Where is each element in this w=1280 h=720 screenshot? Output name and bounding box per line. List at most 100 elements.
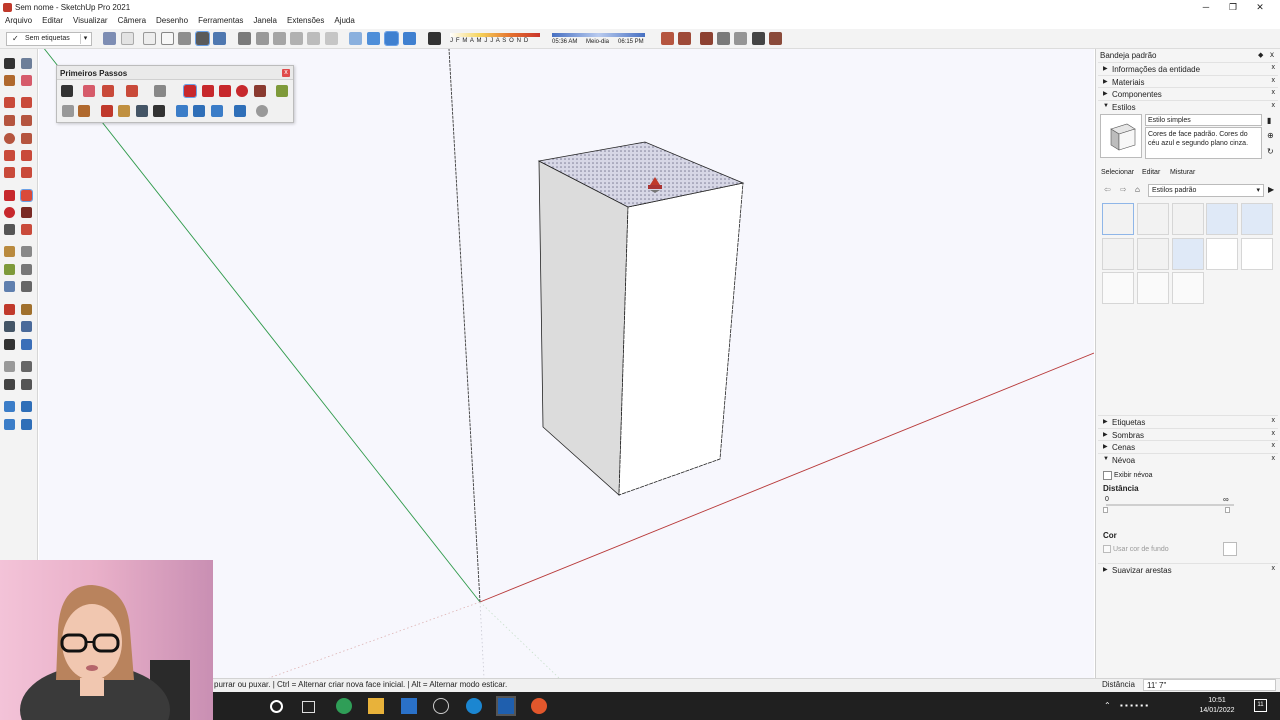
zoom-window-icon[interactable] xyxy=(21,321,32,332)
style-thumbnail[interactable] xyxy=(1172,272,1204,304)
menu-editar[interactable]: Editar xyxy=(37,15,68,29)
pan-icon[interactable] xyxy=(118,105,130,117)
wireframe-style-icon[interactable] xyxy=(143,32,156,45)
style-thumbnail[interactable] xyxy=(1172,203,1204,235)
menu-visualizar[interactable]: Visualizar xyxy=(68,15,113,29)
rotated-rectangle-icon[interactable] xyxy=(21,115,32,126)
style-thumbnail[interactable] xyxy=(1241,203,1273,235)
move-icon[interactable] xyxy=(219,85,231,97)
3d-text-icon[interactable] xyxy=(21,281,32,292)
menu-extensoes[interactable]: Extensões xyxy=(282,15,329,29)
first-steps-close-button[interactable]: x xyxy=(282,69,290,77)
position-camera-icon[interactable] xyxy=(4,361,15,372)
look-around-icon[interactable] xyxy=(21,361,32,372)
close-section-icon[interactable]: x xyxy=(1272,89,1276,96)
xray-style-icon[interactable] xyxy=(103,32,116,45)
select-tool-icon[interactable] xyxy=(4,58,15,69)
tab-select[interactable]: Selecionar xyxy=(1101,169,1134,176)
paint-icon[interactable] xyxy=(78,105,90,117)
add-detail-icon[interactable] xyxy=(752,32,765,45)
section-scenes[interactable]: ▶ Cenas x xyxy=(1098,440,1278,452)
section-shadows[interactable]: ▶ Sombras x xyxy=(1098,428,1278,440)
back-edges-style-icon[interactable] xyxy=(121,32,134,45)
smoove-icon[interactable] xyxy=(700,32,713,45)
flip-edge-icon[interactable] xyxy=(769,32,782,45)
walk-tool-icon[interactable] xyxy=(4,379,15,390)
show-fog-checkbox[interactable] xyxy=(1103,471,1112,480)
close-section-icon[interactable]: x xyxy=(1272,417,1276,424)
chrome-icon[interactable] xyxy=(336,698,352,714)
fog-color-swatch[interactable] xyxy=(1223,542,1237,556)
first-steps-title[interactable]: Primeiros Passos xyxy=(57,66,293,80)
pie-tool-icon[interactable] xyxy=(21,167,32,178)
shaded-style-icon[interactable] xyxy=(178,32,191,45)
notification-icon[interactable]: 11 xyxy=(1254,699,1267,712)
zoom-extents-tool-icon[interactable] xyxy=(153,105,165,117)
menu-arquivo[interactable]: Arquivo xyxy=(0,15,37,29)
pan-tool-icon[interactable] xyxy=(21,304,32,315)
section-entity-info[interactable]: ▶ Informações da entidade x xyxy=(1098,62,1278,74)
style-thumbnail[interactable] xyxy=(1172,238,1204,270)
close-section-icon[interactable]: x xyxy=(1272,565,1276,572)
box-left-face[interactable] xyxy=(538,160,629,496)
circle-tool-icon[interactable] xyxy=(4,133,15,144)
tag-select[interactable]: ✓ Sem etiquetas ▾ xyxy=(6,32,92,46)
style-thumbnail[interactable] xyxy=(1137,238,1169,270)
close-section-icon[interactable]: x xyxy=(1272,442,1276,449)
select-icon[interactable] xyxy=(61,85,73,97)
make-component-icon[interactable] xyxy=(21,58,32,69)
shadows-toggle-icon[interactable] xyxy=(428,32,441,45)
monochrome-style-icon[interactable] xyxy=(213,32,226,45)
menu-desenho[interactable]: Desenho xyxy=(151,15,193,29)
zoom-extents-icon[interactable] xyxy=(4,339,15,350)
fog-end-handle[interactable] xyxy=(1225,507,1230,513)
tab-mix[interactable]: Misturar xyxy=(1170,169,1195,176)
shaded-textures-style-icon[interactable] xyxy=(195,31,210,46)
top-view-icon[interactable] xyxy=(256,32,269,45)
style-thumbnail[interactable] xyxy=(1206,238,1238,270)
zoom-tool-icon[interactable] xyxy=(4,321,15,332)
section-styles[interactable]: ▼ Estilos x xyxy=(1098,100,1278,112)
search-icon[interactable] xyxy=(270,700,283,713)
close-section-icon[interactable]: x xyxy=(1272,455,1276,462)
menu-camera[interactable]: Câmera xyxy=(113,15,151,29)
style-description-field[interactable]: Cores de face padrão. Cores do céu azul … xyxy=(1145,127,1262,159)
details-arrow-icon[interactable]: ▶ xyxy=(1268,185,1274,194)
style-thumbnail[interactable] xyxy=(1137,272,1169,304)
rectangle-tool-icon[interactable] xyxy=(4,115,15,126)
app-tray-icons[interactable]: ▪ ▪ ▪ ▪ ▪ ▪ xyxy=(1120,701,1148,710)
menu-ajuda[interactable]: Ajuda xyxy=(329,15,359,29)
pin-icon[interactable]: ◆ xyxy=(1258,51,1263,59)
extension-warehouse-icon[interactable] xyxy=(211,105,223,117)
layout-icon[interactable] xyxy=(234,105,246,117)
edge-icon[interactable] xyxy=(466,698,482,714)
section-plane-icon[interactable] xyxy=(349,32,362,45)
create-style-icon[interactable]: ⊕ xyxy=(1267,131,1274,140)
display-section-cuts-icon[interactable] xyxy=(384,31,399,46)
style-thumbnail[interactable] xyxy=(1102,203,1134,235)
box-right-face[interactable] xyxy=(618,182,744,496)
menu-janela[interactable]: Janela xyxy=(248,15,282,29)
taskbar-clock[interactable]: 10:51 14/01/2022 xyxy=(1195,696,1239,716)
sandbox-from-contours-icon[interactable] xyxy=(661,32,674,45)
warehouse-icon[interactable] xyxy=(176,105,188,117)
close-section-icon[interactable]: x xyxy=(1272,77,1276,84)
section-plane-tool-icon[interactable] xyxy=(21,379,32,390)
fog-distance-slider[interactable] xyxy=(1106,504,1234,506)
time-slider[interactable] xyxy=(552,33,645,37)
style-thumbnail[interactable] xyxy=(1102,238,1134,270)
style-thumbnail[interactable] xyxy=(1102,272,1134,304)
arc-icon[interactable] xyxy=(126,85,138,97)
section-tools-icon[interactable] xyxy=(21,419,32,430)
axes-tool-icon[interactable] xyxy=(4,281,15,292)
close-section-icon[interactable]: x xyxy=(1272,64,1276,71)
offset-icon[interactable] xyxy=(202,85,214,97)
freehand-icon[interactable] xyxy=(21,97,32,108)
user-settings-icon[interactable] xyxy=(256,105,268,117)
update-style-icon[interactable]: ▮ xyxy=(1267,116,1271,125)
three-point-arc-icon[interactable] xyxy=(4,167,15,178)
scale-icon[interactable] xyxy=(254,85,266,97)
iso-view-icon[interactable] xyxy=(238,32,251,45)
forward-icon[interactable]: ⇨ xyxy=(1120,185,1127,194)
use-background-color-checkbox[interactable] xyxy=(1103,545,1111,553)
